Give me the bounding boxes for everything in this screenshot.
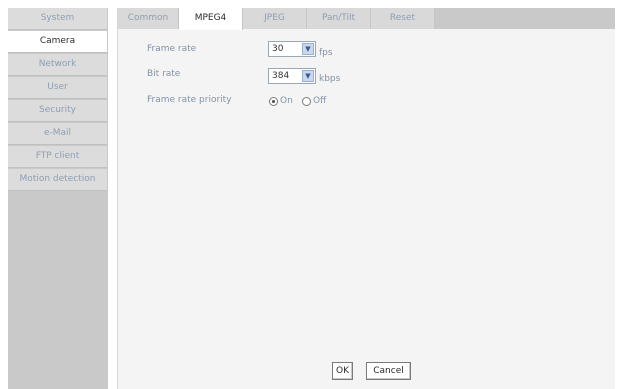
frame-rate-label: Frame rate xyxy=(147,44,197,54)
bit-rate-select[interactable]: 384 ▼ xyxy=(268,68,316,84)
bit-rate-label: Bit rate xyxy=(147,69,181,79)
tab-jpeg[interactable]: JPEG xyxy=(243,8,307,29)
frame-rate-unit: fps xyxy=(319,48,333,58)
tab-pan-tilt[interactable]: Pan/Tilt xyxy=(307,8,371,29)
chevron-down-icon[interactable]: ▼ xyxy=(302,70,314,82)
frame-rate-priority-label: Frame rate priority xyxy=(147,95,232,105)
priority-on-label[interactable]: On xyxy=(280,96,293,106)
ok-button[interactable]: OK xyxy=(332,362,353,380)
frame-rate-select[interactable]: 30 ▼ xyxy=(268,41,316,57)
tab-reset[interactable]: Reset xyxy=(371,8,435,29)
sidebar-item-ftp-client[interactable]: FTP client xyxy=(8,146,107,168)
sidebar-item-camera[interactable]: Camera xyxy=(8,31,107,53)
priority-off-label[interactable]: Off xyxy=(313,96,326,106)
bit-rate-value: 384 xyxy=(272,71,290,81)
sidebar-item-network[interactable]: Network xyxy=(8,54,107,76)
tab-mpeg4[interactable]: MPEG4 xyxy=(179,8,243,30)
sidebar-item-system[interactable]: System xyxy=(8,8,107,30)
frame-rate-value: 30 xyxy=(272,44,284,54)
sidebar-item-email[interactable]: e-Mail xyxy=(8,123,107,145)
sidebar-nav: System Camera Network User Security e-Ma… xyxy=(8,8,108,389)
tab-common[interactable]: Common xyxy=(118,8,179,29)
sidebar-item-security[interactable]: Security xyxy=(8,100,107,122)
cancel-button[interactable]: Cancel xyxy=(366,362,411,380)
settings-panel: Common MPEG4 JPEG Pan/Tilt Reset Frame r… xyxy=(117,8,615,389)
bit-rate-unit: kbps xyxy=(319,74,341,84)
sidebar-item-user[interactable]: User xyxy=(8,77,107,99)
chevron-down-icon[interactable]: ▼ xyxy=(302,43,314,55)
sidebar-item-motion-detection[interactable]: Motion detection xyxy=(8,169,107,191)
priority-on-radio[interactable] xyxy=(269,97,278,106)
tab-bar: Common MPEG4 JPEG Pan/Tilt Reset xyxy=(118,8,615,30)
priority-off-radio[interactable] xyxy=(302,97,311,106)
